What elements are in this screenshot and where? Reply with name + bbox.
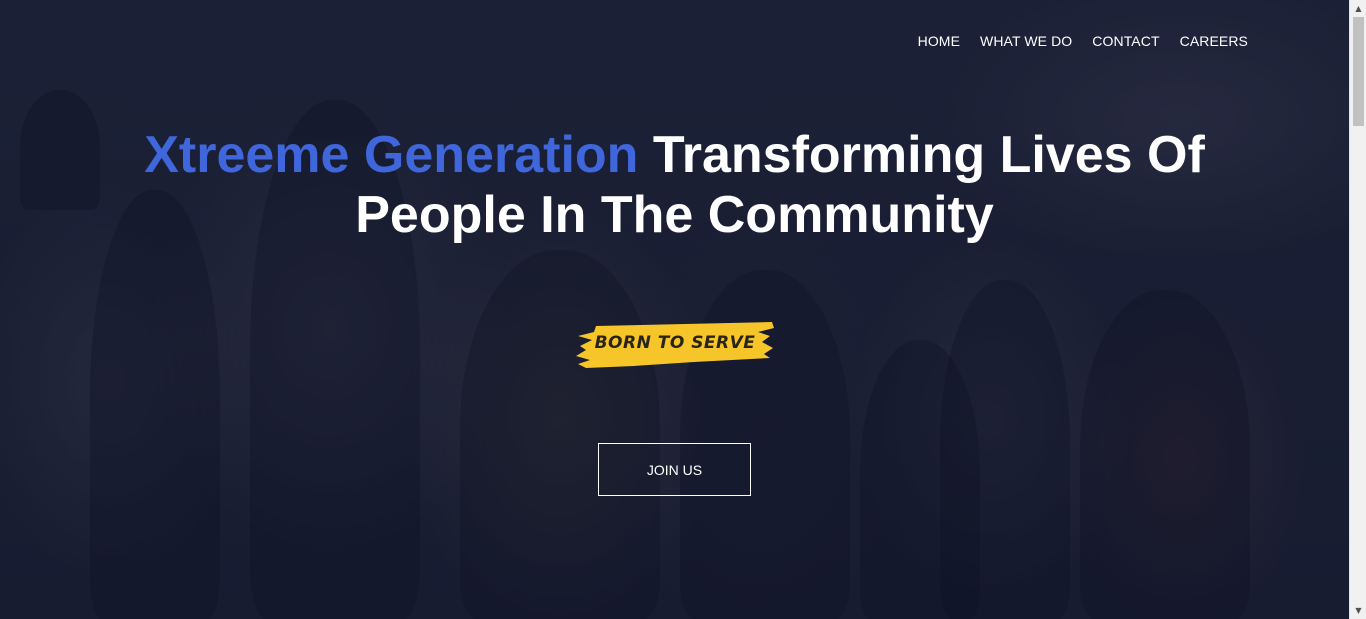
hero-overlay <box>0 0 1349 619</box>
triangle-down-icon[interactable]: ▼ <box>1350 602 1366 619</box>
hero-headline: Xtreeme Generation Transforming Lives Of… <box>0 125 1349 245</box>
headline-brand: Xtreeme Generation <box>144 126 639 184</box>
headline-line1-rest: Transforming Lives Of <box>638 126 1205 184</box>
scrollbar-thumb[interactable] <box>1353 17 1364 126</box>
triangle-up-icon[interactable]: ▲ <box>1350 0 1366 17</box>
join-us-button[interactable]: JOIN US <box>598 443 751 496</box>
hero-section: HOME WHAT WE DO CONTACT CAREERS Xtreeme … <box>0 0 1349 619</box>
vertical-scrollbar[interactable]: ▲ ▼ <box>1349 0 1366 619</box>
nav-item-what-we-do[interactable]: WHAT WE DO <box>980 33 1072 49</box>
tagline-badge: BORN TO SERVE <box>574 320 776 370</box>
tagline-text: BORN TO SERVE <box>594 333 756 353</box>
main-nav: HOME WHAT WE DO CONTACT CAREERS <box>918 33 1248 49</box>
nav-item-home[interactable]: HOME <box>918 33 960 49</box>
headline-line2: People In The Community <box>355 186 994 244</box>
nav-item-contact[interactable]: CONTACT <box>1092 33 1159 49</box>
nav-item-careers[interactable]: CAREERS <box>1180 33 1248 49</box>
